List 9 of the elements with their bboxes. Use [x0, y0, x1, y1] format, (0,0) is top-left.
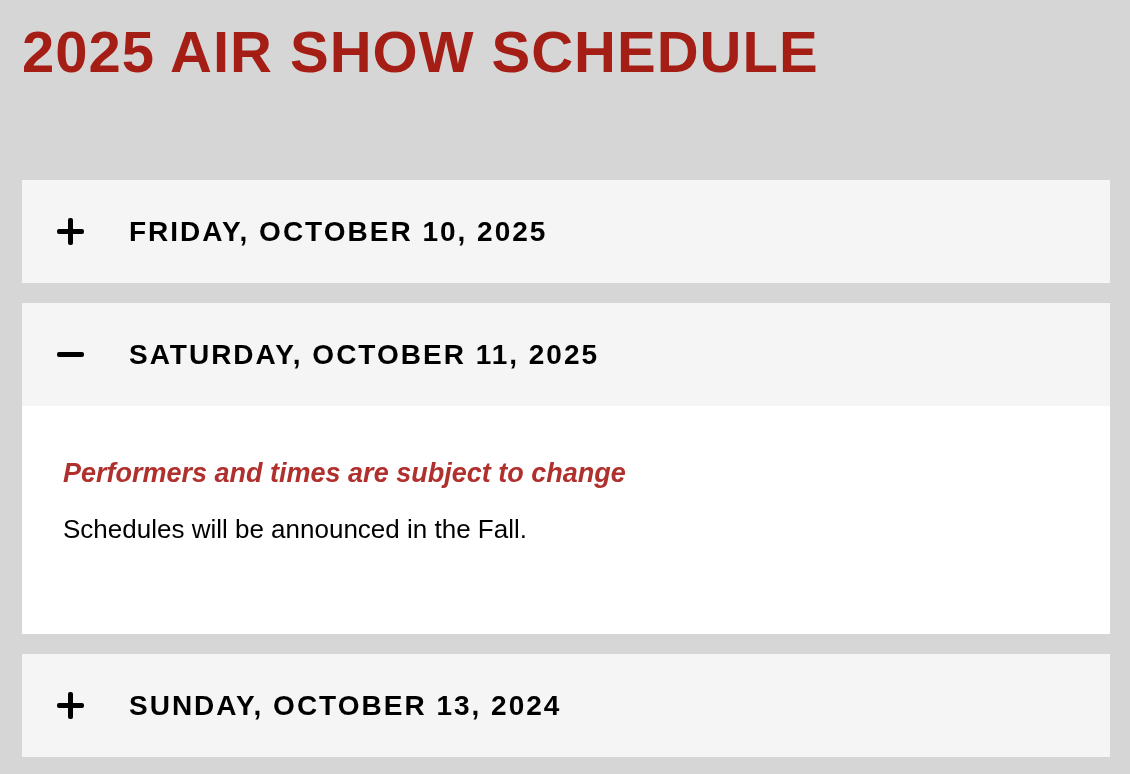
page-title: 2025 AIR SHOW SCHEDULE — [22, 18, 819, 86]
accordion-header[interactable]: SATURDAY, OCTOBER 11, 2025 — [22, 303, 1110, 406]
plus-icon — [57, 692, 84, 719]
accordion-header[interactable]: SUNDAY, OCTOBER 13, 2024 — [22, 654, 1110, 757]
notice-text: Performers and times are subject to change — [63, 457, 626, 490]
body-text: Schedules will be announced in the Fall. — [63, 513, 527, 546]
plus-icon — [57, 218, 84, 245]
accordion-header[interactable]: FRIDAY, OCTOBER 10, 2025 — [22, 180, 1110, 283]
minus-icon — [57, 352, 84, 357]
